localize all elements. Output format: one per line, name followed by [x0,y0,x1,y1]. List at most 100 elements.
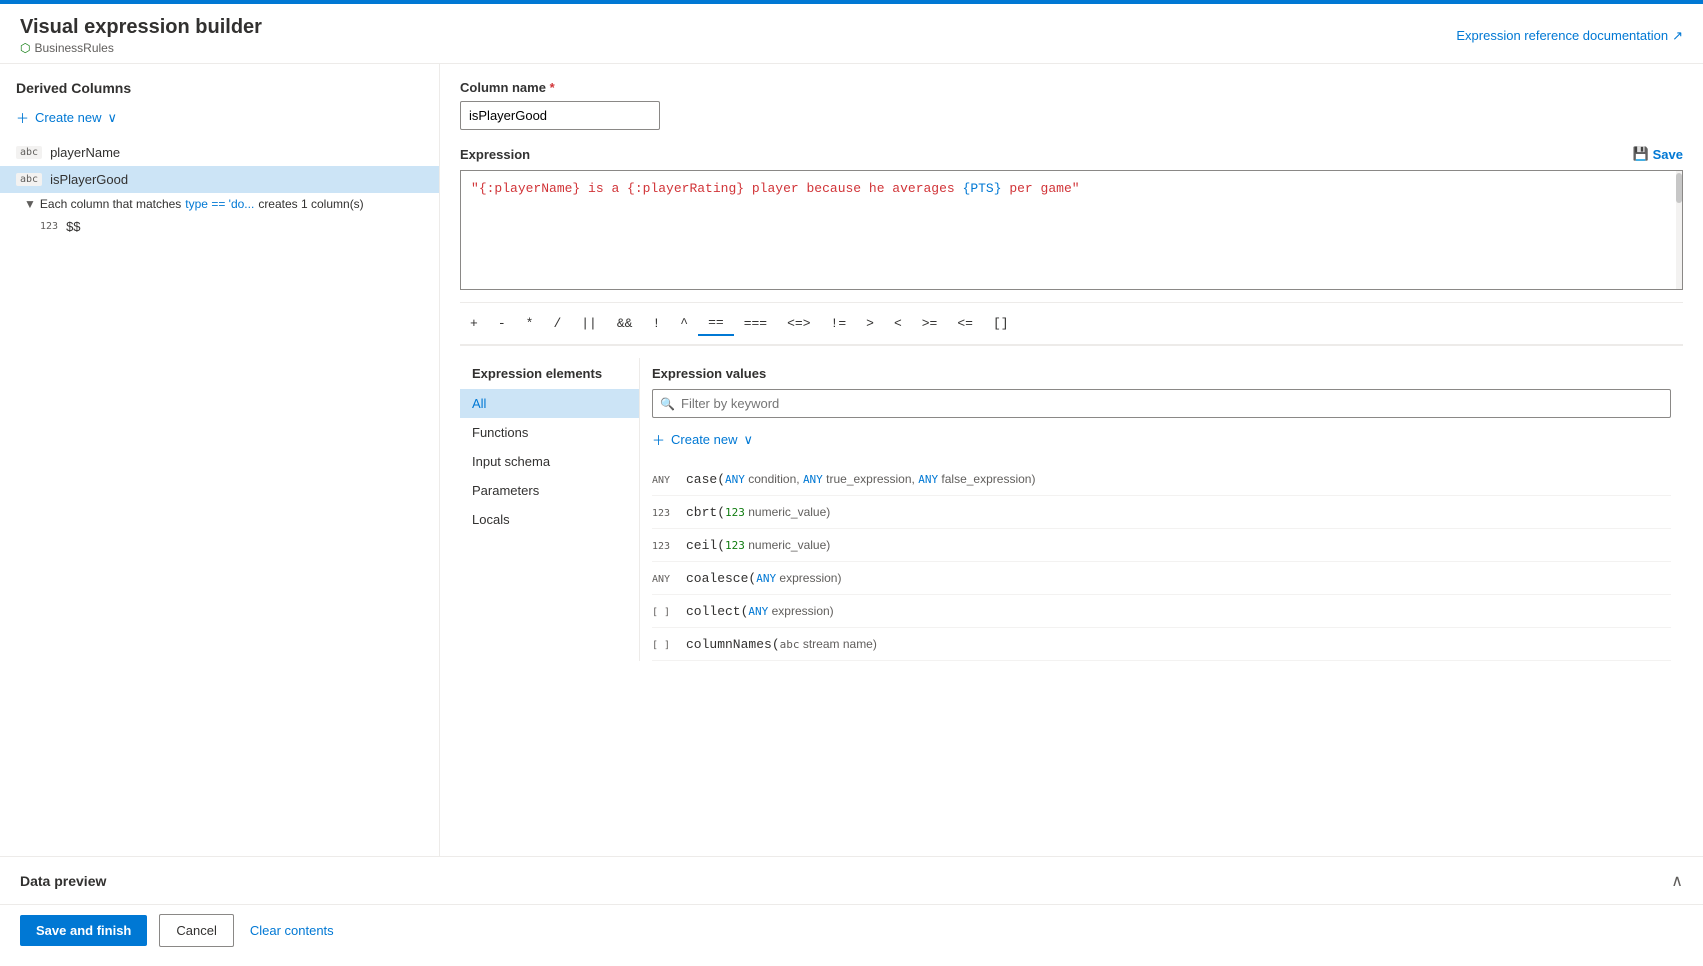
expr-per-game: per game" [1002,181,1080,196]
create-new-expr-button[interactable]: ＋ Create new ∨ [652,428,1671,451]
header-info: Visual expression builder ⬡ BusinessRule… [20,16,262,55]
pattern-row: ▼ Each column that matches type == 'do..… [24,197,423,211]
op-caret[interactable]: ^ [670,312,698,335]
cancel-button[interactable]: Cancel [159,914,233,947]
column-name-playerName: playerName [50,145,120,160]
ceil-type: 123 [652,541,680,552]
op-brackets[interactable]: [] [983,312,1019,335]
expr-pts-ref: {PTS} [963,181,1002,196]
subtitle-text: BusinessRules [34,41,113,55]
op-minus[interactable]: - [488,312,516,335]
save-floppy-icon: 💾 [1632,146,1648,162]
plus-icon: ＋ [16,108,29,127]
op-gte[interactable]: >= [912,312,948,335]
right-panel: Column name * Expression 💾 Save "{:playe… [440,64,1703,856]
data-preview-title: Data preview [20,873,106,889]
save-expression-button[interactable]: 💾 Save [1632,146,1683,162]
expression-section: Expression 💾 Save [460,146,1683,162]
expr-playerRating-ref: {:playerRating} [627,181,744,196]
func-item-ceil[interactable]: 123 ceil(123 numeric_value) [652,529,1671,562]
dollar-item: 123 $$ [0,215,439,238]
chevron-down-expr-icon: ∨ [744,432,754,448]
op-not-equal[interactable]: != [821,312,857,335]
expression-values: Expression values 🔍 ＋ Create new ∨ ANY c… [640,358,1683,661]
arrow-icon: ▼ [24,197,36,211]
data-preview-bar: Data preview ∧ [0,856,1703,904]
expression-label-text: Expression [460,147,530,162]
op-or[interactable]: || [571,312,607,335]
save-label: Save [1653,147,1683,162]
ceil-func: ceil(123 numeric_value) [686,537,830,553]
collect-type: [ ] [652,607,680,618]
action-bar: Save and finish Cancel Clear contents [0,904,1703,956]
op-divide[interactable]: / [543,312,571,335]
cbrt-type: 123 [652,508,680,519]
op-spaceship[interactable]: <=> [777,312,820,335]
columnNames-type: [ ] [652,640,680,651]
chevron-down-icon: ∨ [108,110,118,126]
op-not[interactable]: ! [642,312,670,335]
expr-is-a: is a [580,181,627,196]
expr-elements-title: Expression elements [460,358,639,389]
nav-item-functions[interactable]: Functions [460,418,639,447]
op-strict-equal[interactable]: === [734,312,777,335]
case-type: ANY [652,475,680,486]
pattern-item: ▼ Each column that matches type == 'do..… [0,193,439,215]
header: Visual expression builder ⬡ BusinessRule… [0,4,1703,64]
expression-editor[interactable]: "{:playerName} is a {:playerRating} play… [460,170,1683,290]
dollar-type: 123 [40,221,58,232]
create-new-label: Create new [35,110,101,125]
pattern-link[interactable]: type == 'do... [185,197,254,211]
create-new-button[interactable]: ＋ Create new ∨ [0,104,439,131]
pattern-label: Each column that matches [40,197,181,211]
main-layout: Derived Columns ＋ Create new ∨ abc playe… [0,64,1703,856]
expr-values-title: Expression values [652,358,1671,389]
create-new-expr-label: Create new [671,432,737,447]
column-item-playerName[interactable]: abc playerName [0,139,439,166]
filter-input[interactable] [652,389,1671,418]
nav-item-all[interactable]: All [460,389,639,418]
op-gt[interactable]: > [856,312,884,335]
op-plus[interactable]: + [460,312,488,335]
func-item-cbrt[interactable]: 123 cbrt(123 numeric_value) [652,496,1671,529]
dollar-name: $$ [66,219,80,234]
doc-link-text: Expression reference documentation [1456,28,1668,43]
column-type-abc-2: abc [16,173,42,186]
op-lt[interactable]: < [884,312,912,335]
op-and[interactable]: && [607,312,643,335]
external-link-icon: ↗ [1672,28,1683,44]
plus-icon-expr: ＋ [652,430,665,449]
func-item-columnNames[interactable]: [ ] columnNames(abc stream name) [652,628,1671,661]
expr-player-text: player because he averages [744,181,962,196]
column-type-abc: abc [16,146,42,159]
nav-item-locals[interactable]: Locals [460,505,639,534]
op-lte[interactable]: <= [947,312,983,335]
func-item-collect[interactable]: [ ] collect(ANY expression) [652,595,1671,628]
derived-columns-title: Derived Columns [0,80,439,104]
clear-contents-button[interactable]: Clear contents [246,915,338,946]
required-star: * [550,80,555,95]
coalesce-func: coalesce(ANY expression) [686,570,841,586]
op-equal[interactable]: == [698,311,734,336]
data-preview-collapse-button[interactable]: ∧ [1671,871,1683,891]
header-subtitle: ⬡ BusinessRules [20,41,262,55]
nav-item-input-schema[interactable]: Input schema [460,447,639,476]
column-name-isPlayerGood: isPlayerGood [50,172,128,187]
func-item-coalesce[interactable]: ANY coalesce(ANY expression) [652,562,1671,595]
case-func: case(ANY condition, ANY true_expression,… [686,471,1035,487]
page-title: Visual expression builder [20,16,262,39]
expr-open-quote: " [471,181,479,196]
editor-scrollbar[interactable] [1676,171,1682,289]
func-item-case[interactable]: ANY case(ANY condition, ANY true_express… [652,463,1671,496]
column-name-input[interactable] [460,101,660,130]
op-multiply[interactable]: * [516,312,544,335]
pattern-suffix: creates 1 column(s) [258,197,363,211]
column-item-isPlayerGood[interactable]: abc isPlayerGood [0,166,439,193]
collect-func: collect(ANY expression) [686,603,834,619]
save-finish-button[interactable]: Save and finish [20,915,147,946]
column-name-label: Column name * [460,80,1683,95]
doc-link[interactable]: Expression reference documentation ↗ [1456,28,1683,44]
filter-wrap: 🔍 [652,389,1671,418]
nav-item-parameters[interactable]: Parameters [460,476,639,505]
cbrt-func: cbrt(123 numeric_value) [686,504,830,520]
